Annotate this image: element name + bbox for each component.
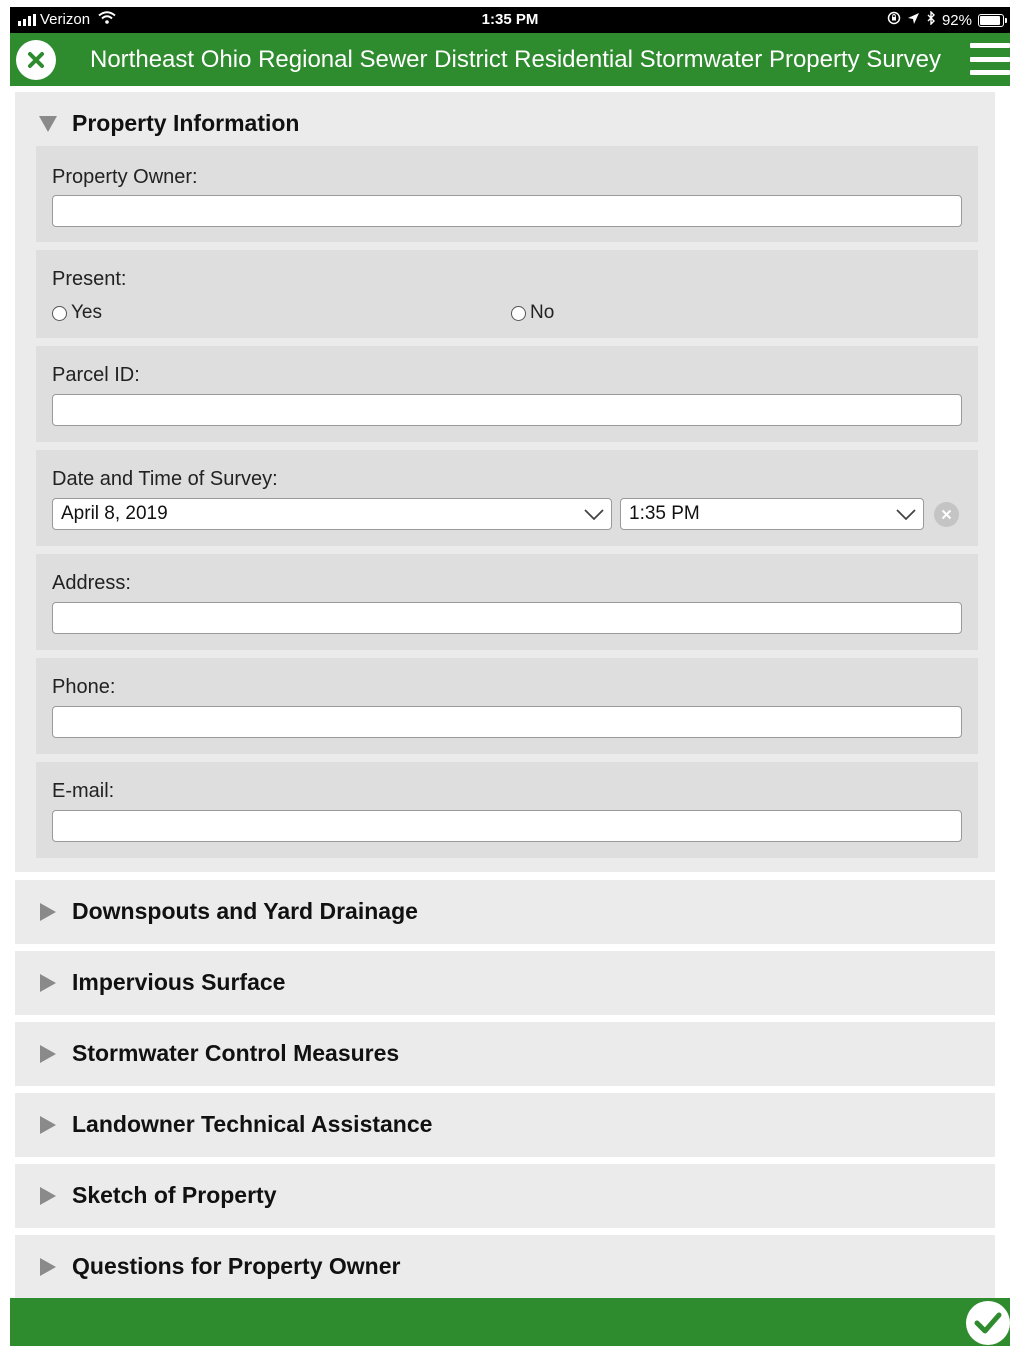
section-questions-for-property-owner[interactable]: Questions for Property Owner	[15, 1235, 995, 1299]
field-label: Date and Time of Survey:	[52, 468, 278, 490]
battery-percent: 92%	[941, 11, 972, 29]
field-label: Address:	[52, 572, 131, 594]
radio-no[interactable]: No	[511, 302, 554, 324]
section-title: Property Information	[72, 110, 300, 136]
field-phone: Phone:	[36, 658, 978, 754]
field-property-owner: Property Owner:	[36, 146, 978, 242]
section-title: Downspouts and Yard Drainage	[72, 898, 418, 924]
section-title: Questions for Property Owner	[72, 1253, 401, 1279]
close-button[interactable]	[16, 40, 56, 80]
chevron-right-icon	[40, 974, 56, 992]
field-label: E-mail:	[52, 780, 115, 802]
section-header-property-information[interactable]: Property Information	[15, 92, 995, 154]
section-title: Sketch of Property	[72, 1182, 277, 1208]
parcel-id-input[interactable]	[52, 394, 962, 426]
radio-label: Yes	[71, 302, 102, 323]
page-title: Northeast Ohio Regional Sewer District R…	[90, 46, 942, 73]
section-impervious-surface[interactable]: Impervious Surface	[15, 951, 995, 1015]
radio-yes[interactable]: Yes	[52, 302, 102, 324]
battery-level	[980, 15, 1001, 25]
chevron-right-icon	[40, 1045, 56, 1063]
battery-icon	[978, 13, 1007, 27]
chevron-down-icon	[584, 509, 604, 521]
address-input[interactable]	[52, 602, 962, 634]
time-select[interactable]: 1:35 PM	[620, 498, 924, 530]
section-title: Impervious Surface	[72, 969, 286, 995]
chevron-down-icon	[896, 509, 916, 521]
property-owner-input[interactable]	[52, 195, 962, 227]
field-present: Present: Yes No	[36, 250, 978, 338]
menu-button[interactable]	[970, 43, 1010, 75]
field-label: Property Owner:	[52, 166, 198, 188]
status-time: 1:35 PM	[481, 11, 539, 28]
phone-input[interactable]	[52, 706, 962, 738]
section-landowner-technical-assistance[interactable]: Landowner Technical Assistance	[15, 1093, 995, 1157]
chevron-down-icon	[39, 116, 57, 132]
section-stormwater-control-measures[interactable]: Stormwater Control Measures	[15, 1022, 995, 1086]
field-email: E-mail:	[36, 762, 978, 858]
orientation-lock-icon	[887, 11, 901, 29]
chevron-right-icon	[40, 903, 56, 921]
location-icon	[907, 12, 920, 29]
radio-label: No	[530, 302, 555, 323]
email-input[interactable]	[52, 810, 962, 842]
field-parcel-id: Parcel ID:	[36, 346, 978, 442]
submit-button[interactable]	[966, 1301, 1010, 1345]
checkmark-icon	[974, 1312, 1002, 1334]
chevron-right-icon	[40, 1258, 56, 1276]
status-bar: Verizon 1:35 PM 92%	[10, 7, 1010, 33]
chevron-right-icon	[40, 1187, 56, 1205]
app-header: Northeast Ohio Regional Sewer District R…	[10, 33, 1010, 86]
time-value: 1:35 PM	[629, 503, 700, 524]
radio-circle[interactable]	[52, 305, 67, 321]
chevron-right-icon	[40, 1116, 56, 1134]
field-label: Present:	[52, 268, 127, 290]
section-title: Landowner Technical Assistance	[72, 1111, 433, 1137]
clear-icon	[941, 509, 952, 520]
date-select[interactable]: April 8, 2019	[52, 498, 612, 530]
status-right: 92%	[887, 10, 1007, 29]
radio-circle[interactable]	[511, 305, 526, 321]
clear-datetime-button[interactable]	[934, 502, 959, 527]
field-address: Address:	[36, 554, 978, 650]
date-value: April 8, 2019	[61, 503, 168, 524]
bluetooth-icon	[926, 10, 936, 29]
footer-bar	[10, 1298, 1010, 1346]
survey-form: Property Information Property Owner: Pre…	[10, 86, 1010, 1299]
menu-icon	[970, 43, 1010, 48]
field-label: Parcel ID:	[52, 364, 140, 386]
section-property-information: Property Information Property Owner: Pre…	[15, 92, 995, 872]
close-icon	[28, 52, 44, 68]
section-sketch-of-property[interactable]: Sketch of Property	[15, 1164, 995, 1228]
field-label: Phone:	[52, 676, 116, 698]
field-date-time: Date and Time of Survey: April 8, 2019 1…	[36, 450, 978, 546]
section-downspouts-yard-drainage[interactable]: Downspouts and Yard Drainage	[15, 880, 995, 944]
section-title: Stormwater Control Measures	[72, 1040, 400, 1066]
